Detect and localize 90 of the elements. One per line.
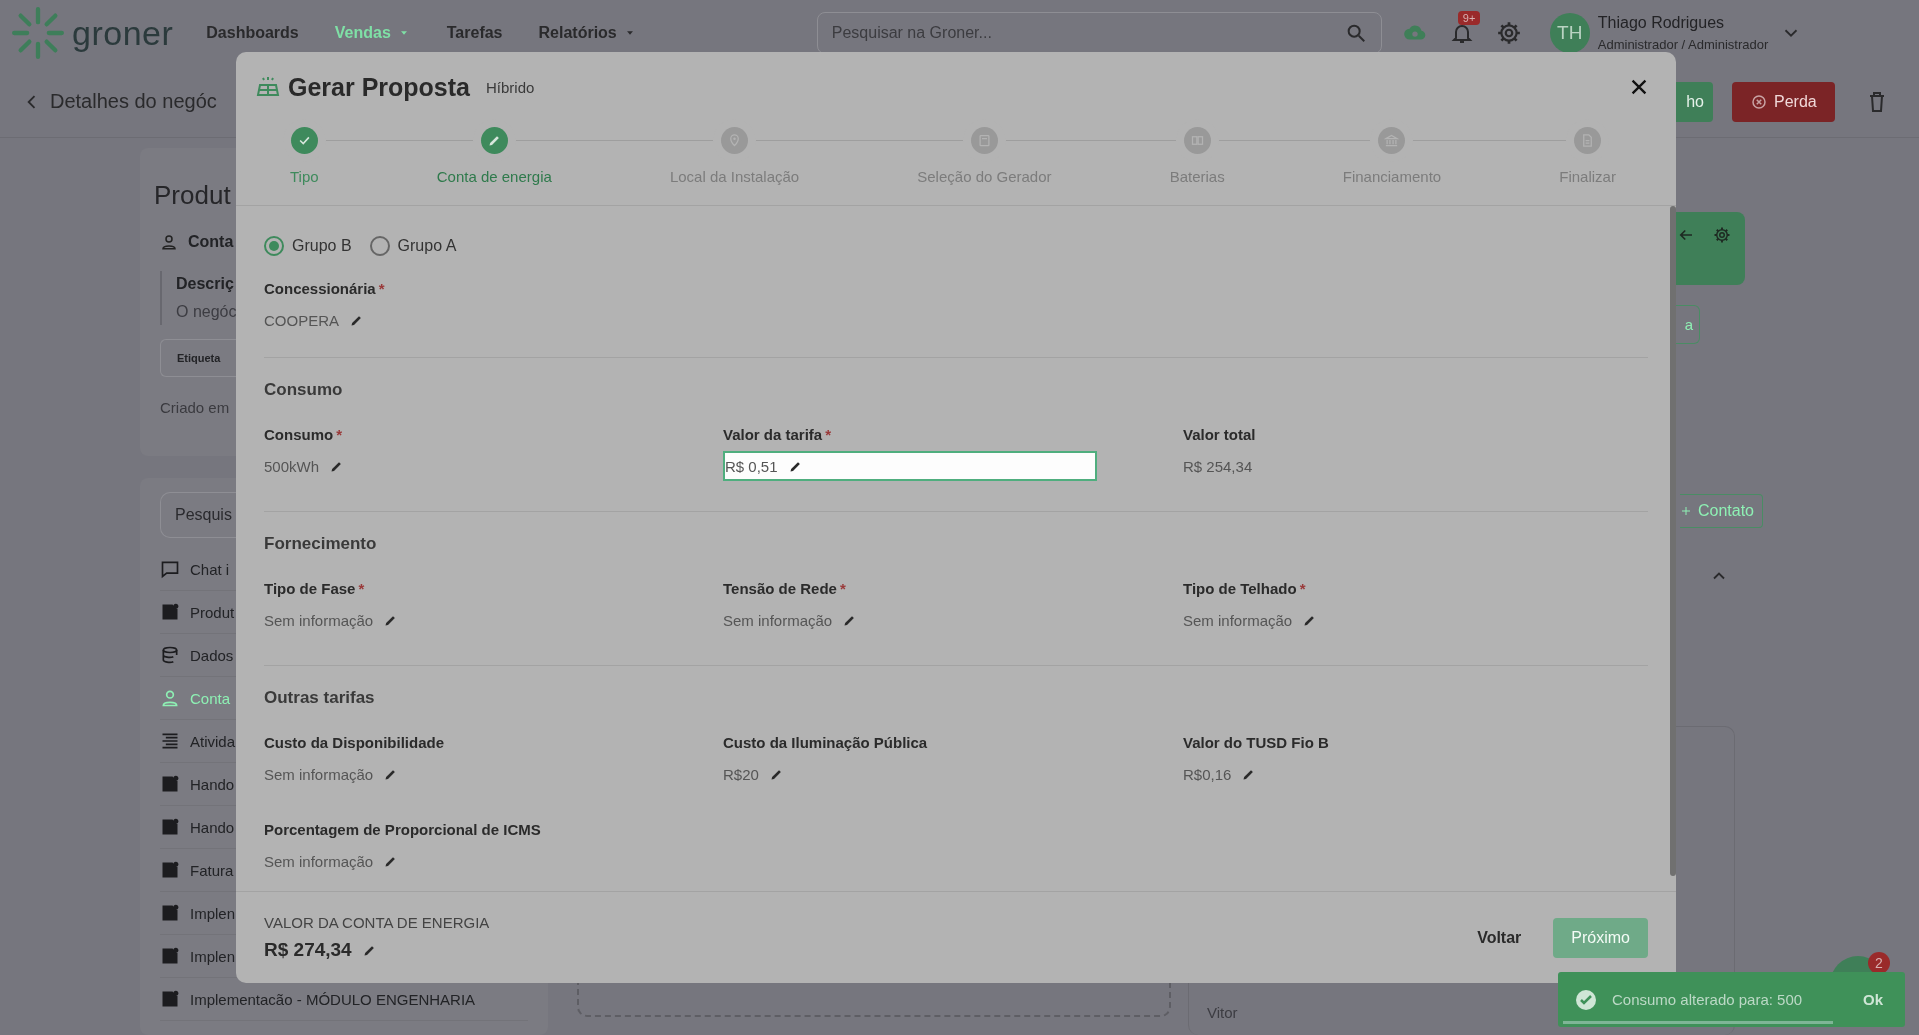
plus-icon (1679, 505, 1692, 517)
radio-button[interactable] (369, 236, 390, 256)
field-value: 500kWh (264, 457, 320, 475)
field-label: Valor do TUSD Fio B (1183, 734, 1330, 751)
page-title: Detalhes do negóc (50, 90, 217, 113)
nav-link[interactable]: Relatórios (538, 24, 637, 42)
x-circle-icon (1750, 92, 1768, 111)
toast-message: Consumo alterado para: 500 (1612, 991, 1803, 1008)
field-label: Porcentagem de Proporcional de ICMS (264, 821, 542, 838)
document-icon (160, 602, 180, 622)
field-value: Sem informação (264, 765, 374, 783)
person-icon (160, 688, 180, 708)
section-title: Fornecimento (264, 534, 378, 554)
field-label: Custo da Disponibilidade (264, 734, 445, 751)
settings-icon (1713, 226, 1731, 244)
list-icon (160, 731, 180, 751)
modal-title: Gerar Proposta (288, 72, 470, 102)
menu-item[interactable]: Chat i (160, 559, 230, 579)
description-label: Descriç (176, 275, 234, 293)
document-icon (160, 817, 180, 837)
modal-subtitle: Híbrido (486, 78, 535, 96)
menu-item[interactable]: Dados (160, 645, 234, 665)
nav-link[interactable]: Dashboards (206, 24, 299, 42)
author-name: Vitor (1207, 1004, 1238, 1021)
contact-label: Conta (188, 233, 234, 251)
menu-item[interactable]: Ativida (160, 731, 236, 751)
stepper-step[interactable]: Tipo (290, 127, 319, 205)
description-text: O negóc (176, 303, 237, 321)
groner-logo[interactable]: groner (12, 7, 174, 59)
back-button[interactable]: Voltar (1471, 927, 1528, 948)
menu-item[interactable]: Hando (160, 817, 235, 837)
chat-icon (160, 559, 180, 579)
settings-icon (1495, 20, 1522, 46)
section-title: Outras tarifas (264, 688, 376, 708)
user-name: Thiago Rodrigues (1597, 14, 1726, 32)
menu-item[interactable]: Implen (160, 903, 236, 923)
created-date: Criado em (160, 399, 230, 416)
nav-link[interactable]: Tarefas (446, 24, 503, 42)
field-value: R$0,16 (1183, 765, 1232, 783)
notification-badge: 9+ (1457, 11, 1481, 25)
nav-link[interactable]: Vendas (334, 24, 411, 42)
menu-item[interactable]: Implen (160, 946, 236, 966)
check-circle-icon (1574, 987, 1598, 1012)
radio-option[interactable]: Grupo A (369, 236, 457, 256)
field-value: Sem informação (1183, 611, 1293, 629)
user-role: Administrador / Administrador (1597, 37, 1769, 52)
battery-icon (1189, 133, 1205, 148)
field-label: Tipo de Fase * (264, 580, 366, 597)
field-label: Consumo * (264, 426, 343, 443)
card-title: Produt (154, 180, 231, 211)
field-value: R$20 (723, 765, 759, 783)
menu-item[interactable]: Conta (160, 688, 231, 708)
menu-item[interactable]: Produt (160, 602, 235, 622)
won-button[interactable]: ho (1676, 81, 1713, 122)
scrollbar[interactable] (1670, 206, 1676, 876)
field-value: Sem informação (723, 611, 833, 629)
menu-item[interactable]: Implementacão - MÓDULO ENGENHARIA (160, 989, 476, 1009)
document-icon (160, 946, 180, 966)
bank-icon (1384, 133, 1400, 148)
loss-button[interactable]: Perda (1732, 81, 1835, 122)
field-label: Valor da tarifa * (723, 426, 833, 443)
menu-item[interactable]: Hando (160, 774, 235, 794)
box-icon (976, 133, 992, 148)
field-value: Sem informação (264, 611, 374, 629)
document-icon (160, 774, 180, 794)
total-label: VALOR DA CONTA DE ENERGIA (264, 914, 490, 931)
field-label: Concessionária * (264, 280, 386, 297)
total-value: R$ 274,34 (264, 939, 352, 961)
solar-panel-icon (256, 75, 280, 99)
add-contact-button[interactable]: Contato (1679, 494, 1763, 528)
person-icon (160, 233, 178, 251)
radio-button[interactable] (264, 236, 284, 256)
section-title: Consumo (264, 380, 344, 400)
field-value: R$ 254,34 (1183, 457, 1253, 475)
field-value: Sem informação (264, 852, 374, 870)
field-label: Tensão de Rede * (723, 580, 847, 597)
field-value: COOPERA (264, 311, 339, 329)
field-label: Custo da Iluminação Pública (723, 734, 929, 751)
ok-button[interactable]: Ok (1857, 990, 1889, 1009)
field-label: Valor total (1183, 426, 1257, 443)
document-icon (160, 860, 180, 880)
stepper-step[interactable]: Conta de energia (436, 127, 552, 205)
menu-item[interactable]: Fatura (160, 860, 234, 880)
input-field[interactable]: R$ 0,51 (723, 451, 1097, 481)
database-icon (160, 645, 180, 665)
document-icon (160, 903, 180, 923)
field-label: Tipo de Telhado * (1183, 580, 1307, 597)
user-avatar[interactable]: TH (1549, 13, 1590, 53)
radio-option[interactable]: Grupo B (264, 236, 352, 256)
document-icon (160, 989, 180, 1009)
